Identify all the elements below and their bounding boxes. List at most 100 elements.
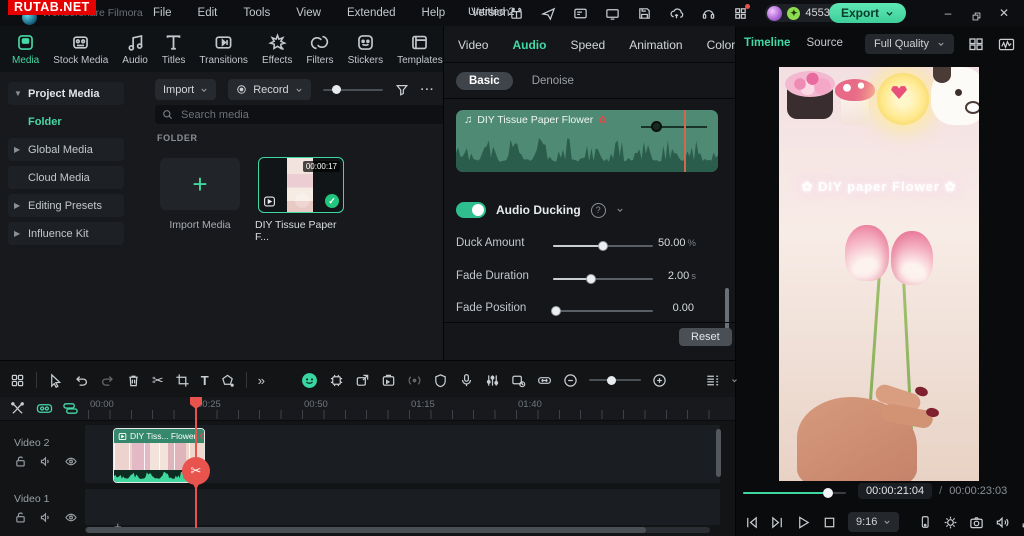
snapshot-camera-icon[interactable] [969,515,984,530]
mute-track-icon[interactable] [39,511,52,524]
timeline-v-scrollbar[interactable] [716,429,721,477]
redo-icon[interactable] [100,373,115,388]
multiview-grid-icon[interactable] [968,36,984,52]
auto-fit-icon[interactable] [537,373,552,388]
slider-knob[interactable] [586,274,596,284]
split-scissors-icon[interactable]: ✂ [152,372,164,389]
hide-track-icon[interactable] [64,511,78,524]
audio-ducking-toggle[interactable] [456,202,486,218]
scrollbar-thumb[interactable] [86,527,646,533]
voiceover-mic-icon[interactable] [459,373,474,388]
mute-track-icon[interactable] [39,455,52,468]
device-icon[interactable] [605,6,620,21]
playback-settings-icon[interactable] [943,515,958,530]
timeline-ruler[interactable]: 00:00 00:25 00:50 01:15 01:40 [0,397,735,421]
export-button[interactable]: Export [829,3,906,23]
filter-funnel-icon[interactable] [395,83,409,97]
help-icon[interactable]: ? [591,203,606,218]
save-icon[interactable] [637,6,652,21]
clip-volume-knob[interactable] [651,121,662,132]
ai-copilot-icon[interactable] [301,372,318,389]
restore-button[interactable] [962,4,990,22]
sidebar-item-cloud-media[interactable]: Cloud Media [8,166,124,189]
render-preview-icon[interactable] [511,373,526,388]
subtab-basic[interactable]: Basic [456,72,513,90]
chevron-down-icon[interactable] [731,377,738,384]
tab-titles[interactable]: Titles [156,31,192,68]
select-tool-icon[interactable] [48,373,63,388]
menu-view[interactable]: View [283,0,334,26]
lock-track-icon[interactable] [14,455,27,468]
media-clip-card[interactable]: 00:00:17 ✓ [258,157,344,213]
delete-icon[interactable] [126,373,141,388]
slider-knob[interactable] [598,241,608,251]
tab-video[interactable]: Video [458,38,488,52]
more-options-icon[interactable]: ··· [421,84,435,96]
more-tools-icon[interactable]: » [258,373,265,388]
record-button[interactable]: Record [228,79,310,100]
reset-button[interactable]: Reset [679,328,732,346]
gift-icon[interactable] [509,6,524,21]
previous-frame-button[interactable] [744,515,759,530]
text-tool-icon[interactable]: T [201,373,209,388]
phone-preview-icon[interactable] [918,515,932,529]
tab-templates[interactable]: Templates [391,31,449,68]
mask-tool-icon[interactable] [220,373,235,388]
link-clips-icon[interactable] [36,401,53,416]
track-manager-icon[interactable] [62,401,79,416]
preview-volume-icon[interactable] [995,515,1010,530]
hide-track-icon[interactable] [64,455,78,468]
headset-icon[interactable] [701,6,716,21]
export-clip-icon[interactable] [355,373,370,388]
menu-tools[interactable]: Tools [230,0,283,26]
slider-knob[interactable] [607,376,616,385]
import-media-card[interactable]: + [160,158,240,210]
ai-chip-icon[interactable] [329,373,344,388]
audio-mixer-icon[interactable] [485,373,500,388]
video1-track-lane[interactable] [85,489,720,525]
tab-filters[interactable]: Filters [300,31,339,68]
tab-stock-media[interactable]: Stock Media [47,31,114,68]
minimize-button[interactable]: – [934,0,962,26]
tab-media[interactable]: Media [6,31,45,68]
sidebar-item-project-media[interactable]: ▼Project Media [8,82,124,105]
media-asset-grid-icon[interactable] [10,373,25,388]
sidebar-item-folder[interactable]: Folder [8,110,124,133]
tab-timeline-preview[interactable]: Timeline [744,37,790,49]
scopes-icon[interactable] [998,37,1015,52]
tab-speed[interactable]: Speed [570,38,605,52]
menu-edit[interactable]: Edit [185,0,231,26]
track-height-icon[interactable] [705,373,720,388]
timeline-zoom-slider[interactable] [589,374,641,386]
tab-stickers[interactable]: Stickers [342,31,390,68]
ripple-trim-icon[interactable] [10,401,25,416]
sidebar-item-influence-kit[interactable]: ▶Influence Kit [8,222,124,245]
keyframe-icon[interactable] [407,373,422,388]
mask-shield-icon[interactable] [433,373,448,388]
search-input[interactable] [179,108,438,122]
tab-audio[interactable]: Audio [116,31,154,68]
sidebar-item-editing-presets[interactable]: ▶Editing Presets [8,194,124,217]
tab-audio-props[interactable]: Audio [512,38,546,52]
clip-template-icon[interactable] [381,373,396,388]
tab-effects[interactable]: Effects [256,31,298,68]
import-button[interactable]: Import [155,79,216,100]
thumbnail-size-slider[interactable] [323,83,383,97]
tab-color[interactable]: Color [707,38,736,52]
audio-clip-widget[interactable]: ♫ DIY Tissue Paper Flower ✿ [456,110,718,172]
quality-dropdown[interactable]: Full Quality [865,34,954,54]
video-preview[interactable]: ✿ DIY paper Flower ✿ [779,67,979,481]
slider-knob[interactable] [332,85,341,94]
preview-progress-bar[interactable] [743,488,846,498]
undo-icon[interactable] [74,373,89,388]
tab-animation[interactable]: Animation [629,38,682,52]
slider-knob[interactable] [551,306,561,316]
share-icon[interactable] [541,6,556,21]
cut-at-playhead-button[interactable]: ✂ [182,457,210,485]
timeline-h-scrollbar[interactable] [85,527,710,533]
menu-file[interactable]: File [140,0,185,26]
avatar[interactable] [767,6,782,21]
zoom-out-icon[interactable] [563,373,578,388]
tab-source-preview[interactable]: Source [806,37,842,49]
chevron-down-icon[interactable] [616,206,624,214]
